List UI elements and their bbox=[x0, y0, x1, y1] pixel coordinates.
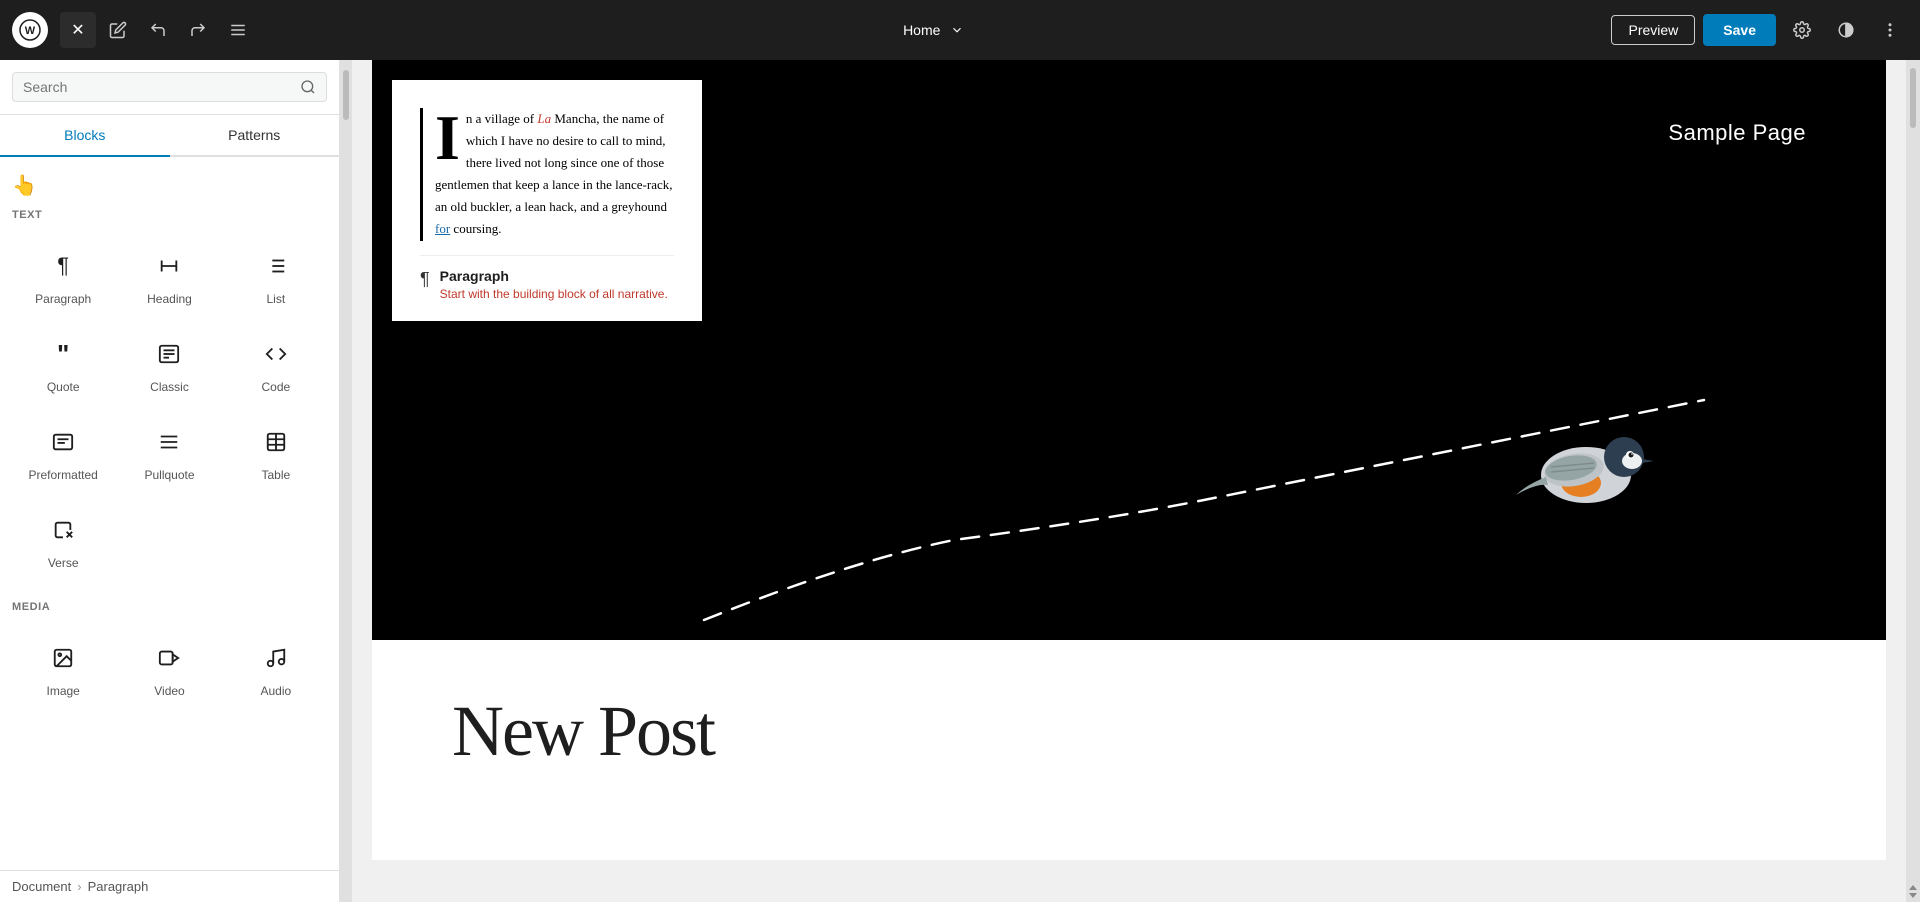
heading-label: Heading bbox=[147, 292, 192, 306]
audio-icon bbox=[258, 640, 294, 676]
scroll-up-arrow[interactable] bbox=[1909, 885, 1917, 890]
right-scrollbar bbox=[1906, 60, 1920, 902]
right-scroll-thumb[interactable] bbox=[1910, 68, 1916, 128]
search-input[interactable] bbox=[23, 79, 300, 95]
sidebar: Blocks Patterns 👆 TEXT ¶ Paragraph bbox=[0, 60, 340, 902]
tab-patterns[interactable]: Patterns bbox=[170, 115, 340, 157]
tab-blocks[interactable]: Blocks bbox=[0, 115, 170, 157]
cursor-hint-icon: 👆 bbox=[12, 173, 37, 198]
search-box bbox=[12, 72, 327, 102]
hero-section: Sample Page In a village of La Mancha, t… bbox=[372, 60, 1886, 640]
section-media-label: MEDIA bbox=[12, 601, 327, 613]
video-icon bbox=[151, 640, 187, 676]
bird-illustration bbox=[1506, 405, 1666, 530]
sidebar-tabs: Blocks Patterns bbox=[0, 115, 339, 157]
list-label: List bbox=[266, 292, 285, 306]
classic-label: Classic bbox=[150, 380, 189, 394]
paragraph-tooltip: ¶ Paragraph Start with the building bloc… bbox=[420, 255, 674, 301]
code-icon bbox=[258, 336, 294, 372]
verse-label: Verse bbox=[48, 556, 79, 570]
block-item-audio[interactable]: Audio bbox=[225, 625, 327, 709]
list-icon bbox=[258, 248, 294, 284]
sidebar-search-area bbox=[0, 60, 339, 115]
block-item-video[interactable]: Video bbox=[118, 625, 220, 709]
block-item-paragraph[interactable]: ¶ Paragraph bbox=[12, 233, 114, 317]
topbar: W ✕ bbox=[0, 0, 1920, 60]
block-item-pullquote[interactable]: Pullquote bbox=[118, 409, 220, 493]
scroll-down-arrow[interactable] bbox=[1909, 893, 1917, 898]
table-icon bbox=[258, 424, 294, 460]
preformatted-icon bbox=[45, 424, 81, 460]
contrast-button[interactable] bbox=[1828, 12, 1864, 48]
breadcrumb-separator: › bbox=[77, 879, 81, 894]
pullquote-icon bbox=[151, 424, 187, 460]
block-item-classic[interactable]: Classic bbox=[118, 321, 220, 405]
image-label: Image bbox=[46, 684, 79, 698]
search-icon bbox=[300, 79, 316, 95]
table-label: Table bbox=[261, 468, 290, 482]
paragraph-icon: ¶ bbox=[45, 248, 81, 284]
classic-icon bbox=[151, 336, 187, 372]
block-item-heading[interactable]: Heading bbox=[118, 233, 220, 317]
preview-button[interactable]: Preview bbox=[1611, 15, 1695, 45]
content-card: In a village of La Mancha, the name of w… bbox=[392, 80, 702, 321]
close-button[interactable]: ✕ bbox=[60, 12, 96, 48]
blocks-grid-media: Image Video bbox=[12, 625, 327, 709]
home-label: Home bbox=[903, 22, 940, 38]
canvas-scroll-area[interactable]: Sample Page In a village of La Mancha, t… bbox=[352, 60, 1906, 902]
left-scrollbar bbox=[340, 60, 352, 902]
white-content-section: New Post bbox=[372, 640, 1886, 860]
blocks-grid-text: ¶ Paragraph Heading bbox=[12, 233, 327, 581]
block-item-image[interactable]: Image bbox=[12, 625, 114, 709]
block-item-quote[interactable]: " Quote bbox=[12, 321, 114, 405]
card-body-text: In a village of La Mancha, the name of w… bbox=[435, 111, 673, 236]
tooltip-title: Paragraph bbox=[440, 268, 668, 284]
block-item-verse[interactable]: Verse bbox=[12, 497, 114, 581]
block-item-preformatted[interactable]: Preformatted bbox=[12, 409, 114, 493]
block-item-table[interactable]: Table bbox=[225, 409, 327, 493]
heading-icon bbox=[151, 248, 187, 284]
left-scroll-thumb[interactable] bbox=[343, 70, 349, 120]
preformatted-label: Preformatted bbox=[28, 468, 97, 482]
topbar-right: Preview Save bbox=[1611, 12, 1908, 48]
home-nav[interactable]: Home bbox=[891, 16, 976, 44]
main-layout: Blocks Patterns 👆 TEXT ¶ Paragraph bbox=[0, 60, 1920, 902]
new-post-title[interactable]: New Post bbox=[452, 690, 1806, 773]
breadcrumb-document[interactable]: Document bbox=[12, 879, 71, 894]
undo-button[interactable] bbox=[140, 12, 176, 48]
breadcrumb: Document › Paragraph bbox=[0, 870, 339, 902]
list-view-button[interactable] bbox=[220, 12, 256, 48]
quote-icon: " bbox=[45, 336, 81, 372]
verse-icon bbox=[45, 512, 81, 548]
edit-button[interactable] bbox=[100, 12, 136, 48]
breadcrumb-paragraph[interactable]: Paragraph bbox=[88, 879, 149, 894]
topbar-left: W ✕ bbox=[12, 12, 256, 48]
tooltip-paragraph-icon: ¶ bbox=[420, 269, 430, 290]
video-label: Video bbox=[154, 684, 184, 698]
redo-button[interactable] bbox=[180, 12, 216, 48]
sidebar-content: 👆 TEXT ¶ Paragraph Heading bbox=[0, 157, 339, 870]
save-button[interactable]: Save bbox=[1703, 14, 1776, 46]
topbar-center: Home bbox=[891, 16, 976, 44]
more-options-button[interactable] bbox=[1872, 12, 1908, 48]
code-label: Code bbox=[261, 380, 290, 394]
settings-button[interactable] bbox=[1784, 12, 1820, 48]
tooltip-desc: Start with the building block of all nar… bbox=[440, 287, 668, 301]
block-item-code[interactable]: Code bbox=[225, 321, 327, 405]
sample-page-label: Sample Page bbox=[1668, 120, 1806, 146]
wordpress-logo[interactable]: W bbox=[12, 12, 48, 48]
section-text-label: TEXT bbox=[12, 209, 327, 221]
svg-text:W: W bbox=[25, 25, 36, 37]
paragraph-label: Paragraph bbox=[35, 292, 91, 306]
audio-label: Audio bbox=[260, 684, 291, 698]
quote-label: Quote bbox=[47, 380, 80, 394]
pullquote-label: Pullquote bbox=[144, 468, 194, 482]
image-icon bbox=[45, 640, 81, 676]
block-item-list[interactable]: List bbox=[225, 233, 327, 317]
